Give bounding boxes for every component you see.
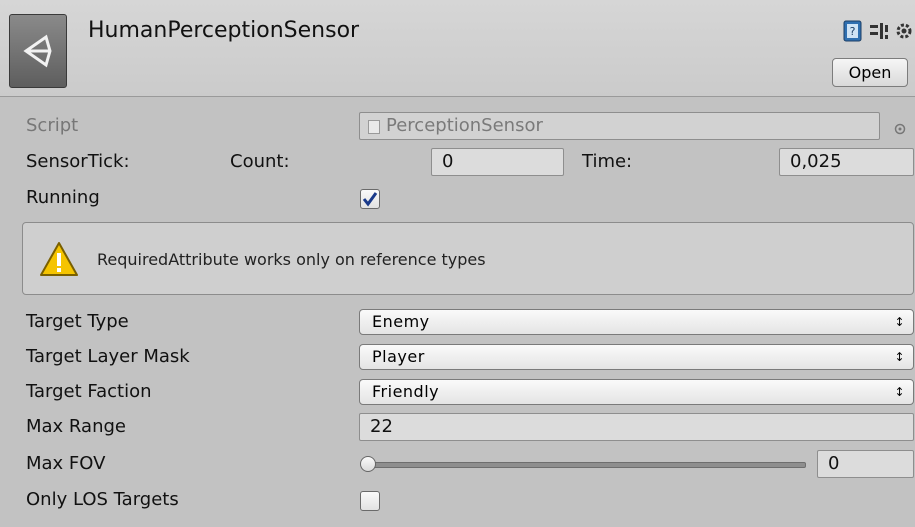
running-checkbox[interactable] [360,189,380,209]
max-fov-label: Max FOV [26,453,106,474]
target-faction-label: Target Faction [26,381,152,402]
max-fov-slider-track[interactable] [366,462,806,468]
warning-message: RequiredAttribute works only on referenc… [97,250,486,269]
target-type-label: Target Type [26,311,129,332]
script-row: Script PerceptionSensor [0,109,915,143]
target-layer-mask-dropdown[interactable]: Player ↕ [359,344,914,370]
help-book-icon[interactable]: ? [842,20,864,42]
target-type-dropdown[interactable]: Enemy ↕ [359,309,914,335]
max-range-field[interactable]: 22 [359,413,914,441]
only-los-checkbox[interactable] [360,491,380,511]
warning-helpbox: RequiredAttribute works only on referenc… [22,222,914,295]
sensor-tick-label: SensorTick: [26,151,130,172]
script-file-icon [368,120,380,134]
running-row: Running [0,181,915,215]
target-faction-value: Friendly [372,382,440,401]
gear-icon[interactable] [893,20,915,42]
target-type-row: Target Type Enemy ↕ [0,305,915,339]
time-label: Time: [582,151,633,172]
max-fov-field[interactable]: 0 [817,450,914,478]
dropdown-arrow-icon: ↕ [894,350,905,364]
running-label: Running [26,187,100,208]
target-faction-row: Target Faction Friendly ↕ [0,375,915,409]
target-layer-mask-row: Target Layer Mask Player ↕ [0,340,915,374]
svg-text:?: ? [850,25,856,38]
target-type-value: Enemy [372,312,430,331]
only-los-row: Only LOS Targets [0,483,915,517]
max-fov-slider-thumb[interactable] [360,456,376,472]
dropdown-arrow-icon: ↕ [894,385,905,399]
dropdown-arrow-icon: ↕ [894,315,905,329]
max-range-label: Max Range [26,416,126,437]
only-los-label: Only LOS Targets [26,489,179,510]
script-field[interactable]: PerceptionSensor [359,112,880,140]
max-fov-row: Max FOV 0 [0,447,915,481]
sensor-tick-row: SensorTick: Count: 0 Time: 0,025 [0,145,915,179]
target-layer-mask-value: Player [372,347,425,366]
unity-logo-icon [9,14,67,88]
count-label: Count: [230,151,290,172]
target-layer-mask-label: Target Layer Mask [26,346,190,367]
time-field[interactable]: 0,025 [779,148,914,176]
script-label: Script [26,115,79,136]
open-button[interactable]: Open [832,58,908,87]
target-faction-dropdown[interactable]: Friendly ↕ [359,379,914,405]
count-field[interactable]: 0 [431,148,564,176]
max-range-row: Max Range 22 [0,410,915,444]
object-picker-icon[interactable] [894,120,906,135]
preset-icon[interactable] [868,20,890,42]
warning-icon [39,240,79,282]
script-value: PerceptionSensor [386,115,543,136]
component-title: HumanPerceptionSensor [88,18,360,43]
checkmark-icon [362,192,378,207]
inspector-header: HumanPerceptionSensor ? Open [0,0,915,97]
